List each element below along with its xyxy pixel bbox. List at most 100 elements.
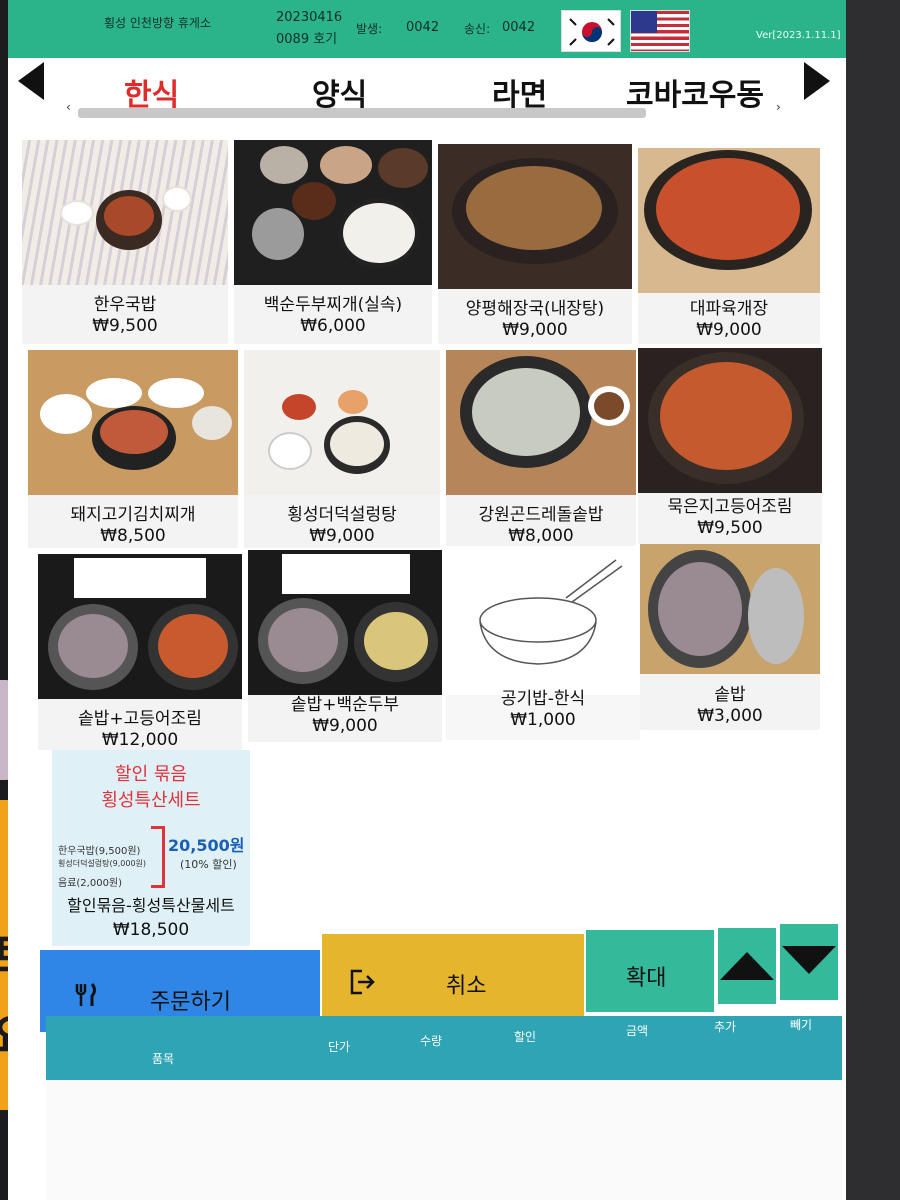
item-name: 솥밥+고등어조림 <box>78 709 202 729</box>
item-name: 양평해장국(내장탕) <box>465 299 605 319</box>
item-name: 돼지고기김치찌개 <box>70 505 196 525</box>
menu-item-rice-bowl[interactable]: 공기밥-한식 ₩1,000 <box>446 550 640 740</box>
us-flag-icon <box>631 11 657 33</box>
item-name: 솥밥 <box>714 685 746 705</box>
item-name: 할인묶음-횡성특산물세트 <box>67 896 235 915</box>
item-name: 횡성더덕설렁탕 <box>287 505 397 525</box>
item-name: 한우국밥 <box>93 295 157 315</box>
triangle-down-icon <box>782 946 836 974</box>
rice-bowl-sketch-icon <box>479 559 623 665</box>
version: Ver[2023.1.11.1] <box>756 30 841 41</box>
machine-number: 0089 호기 <box>276 32 338 47</box>
promo-item-3: 음료(2,000원) <box>58 878 123 889</box>
food-image <box>446 550 640 695</box>
tab-kobako-udon[interactable]: 코바코우동 <box>626 70 764 114</box>
order-table-header: 품목 단가 수량 할인 금액 추가 빼기 <box>46 1016 842 1080</box>
promo-subtitle: 횡성특산세트 <box>101 790 201 811</box>
scroll-up-button[interactable] <box>718 928 776 1004</box>
promo-bracket <box>151 826 165 888</box>
food-image <box>638 348 822 493</box>
kiosk-bezel-right <box>846 0 900 1200</box>
menu-item-deodeok-seolleongtang[interactable]: 횡성더덕설렁탕 ₩9,000 <box>244 350 440 548</box>
item-price: ₩8,000 <box>508 526 574 546</box>
promo-discount: (10% 할인) <box>180 858 237 871</box>
item-price: ₩9,000 <box>696 320 762 340</box>
item-price: ₩8,500 <box>100 526 166 546</box>
issued-value: 0042 <box>406 20 440 35</box>
item-price: ₩9,000 <box>309 526 375 546</box>
col-quantity: 수량 <box>420 1034 443 1048</box>
item-name: 솥밥+백순두부 <box>290 695 400 715</box>
us-flag-button[interactable] <box>630 10 690 52</box>
order-list-area[interactable] <box>46 1080 842 1200</box>
menu-item-daepa-yukgaejang[interactable]: 대파육개장 ₩9,000 <box>638 148 820 344</box>
item-name: 백순두부찌개(실속) <box>263 295 403 315</box>
menu-item-mackerel-kimchi-braise[interactable]: 묵은지고등어조림 ₩9,500 <box>638 348 822 544</box>
order-label: 주문하기 <box>150 990 231 1015</box>
food-image <box>234 140 432 285</box>
food-image <box>244 350 440 495</box>
food-image <box>22 140 228 285</box>
food-image <box>438 144 632 289</box>
col-unit-price: 단가 <box>328 1040 351 1054</box>
food-image <box>38 554 242 699</box>
food-image <box>248 550 442 695</box>
korea-flag-icon <box>569 18 615 46</box>
item-price: ₩9,000 <box>502 320 568 340</box>
menu-item-sotbap-soft-tofu[interactable]: 솥밥+백순두부 ₩9,000 <box>248 550 442 742</box>
korean-flag-button[interactable] <box>561 10 621 52</box>
category-scrollbar[interactable] <box>78 108 646 118</box>
food-image <box>446 350 636 495</box>
item-price: ₩3,000 <box>697 706 763 726</box>
zoom-label: 확대 <box>626 966 667 991</box>
item-name: 공기밥-한식 <box>500 689 586 709</box>
food-image <box>638 148 820 293</box>
station-name: 횡성 인천방향 휴게소 <box>104 16 211 30</box>
menu-item-soft-tofu-stew[interactable]: 백순두부찌개(실속) ₩6,000 <box>234 140 432 344</box>
item-name: 강원곤드레돌솥밥 <box>478 505 604 525</box>
menu-item-hanwoo-gukbap[interactable]: 한우국밥 ₩9,500 <box>22 140 228 344</box>
date: 20230416 <box>276 10 343 25</box>
exit-icon <box>350 969 375 995</box>
zoom-button[interactable]: 확대 <box>586 930 714 1012</box>
item-name: 대파육개장 <box>689 299 769 319</box>
menu-item-sotbap-mackerel[interactable]: 솥밥+고등어조림 ₩12,000 <box>38 554 242 750</box>
item-price: ₩9,500 <box>92 316 158 336</box>
promo-title: 할인 묶음 <box>115 764 187 785</box>
item-name: 묵은지고등어조림 <box>667 497 793 517</box>
item-price: ₩9,500 <box>697 518 763 538</box>
scroll-right-icon[interactable]: › <box>776 100 781 114</box>
scroll-left-icon[interactable]: ‹ <box>66 100 71 114</box>
scroll-down-button[interactable] <box>780 924 838 1000</box>
sent-label: 송신: <box>464 22 491 36</box>
issued-label: 발생: <box>356 22 383 36</box>
cancel-label: 취소 <box>446 974 487 999</box>
category-prev-arrow-icon[interactable] <box>18 62 44 100</box>
fork-knife-icon <box>75 983 96 1006</box>
promo-total: 20,500원 <box>168 836 245 855</box>
kiosk-screen: 횡성 인천방향 휴게소 20230416 0089 호기 발생: 0042 송신… <box>8 0 846 1200</box>
food-image <box>28 350 238 495</box>
item-price: ₩1,000 <box>510 710 576 730</box>
menu-item-yangpyeong-haejangguk[interactable]: 양평해장국(내장탕) ₩9,000 <box>438 144 632 344</box>
sent-value: 0042 <box>502 20 536 35</box>
food-image <box>640 544 820 674</box>
col-add: 추가 <box>714 1020 737 1034</box>
item-price: ₩9,000 <box>312 716 378 736</box>
col-remove: 빼기 <box>790 1018 813 1032</box>
triangle-up-icon <box>720 952 774 980</box>
category-next-arrow-icon[interactable] <box>804 62 830 100</box>
item-price: ₩6,000 <box>300 316 366 336</box>
promo-item-1: 한우국밥(9,500원) <box>58 846 141 857</box>
col-item: 품목 <box>152 1052 175 1066</box>
item-price: ₩18,500 <box>112 920 190 940</box>
col-amount: 금액 <box>626 1024 649 1038</box>
top-status-bar: 횡성 인천방향 휴게소 20230416 0089 호기 발생: 0042 송신… <box>8 0 846 58</box>
menu-item-hoengseong-set[interactable]: 할인 묶음 횡성특산세트 한우국밥(9,500원) 횡성더덕설렁탕(9,000원… <box>52 750 250 946</box>
menu-item-sotbap[interactable]: 솥밥 ₩3,000 <box>640 544 820 730</box>
promo-item-2: 횡성더덕설렁탕(9,000원) <box>58 859 147 868</box>
menu-item-pork-kimchi-stew[interactable]: 돼지고기김치찌개 ₩8,500 <box>28 350 238 548</box>
col-discount: 할인 <box>514 1030 537 1044</box>
menu-item-gondre-dolsotbap[interactable]: 강원곤드레돌솥밥 ₩8,000 <box>446 350 636 546</box>
cancel-button[interactable]: 취소 <box>322 934 584 1028</box>
